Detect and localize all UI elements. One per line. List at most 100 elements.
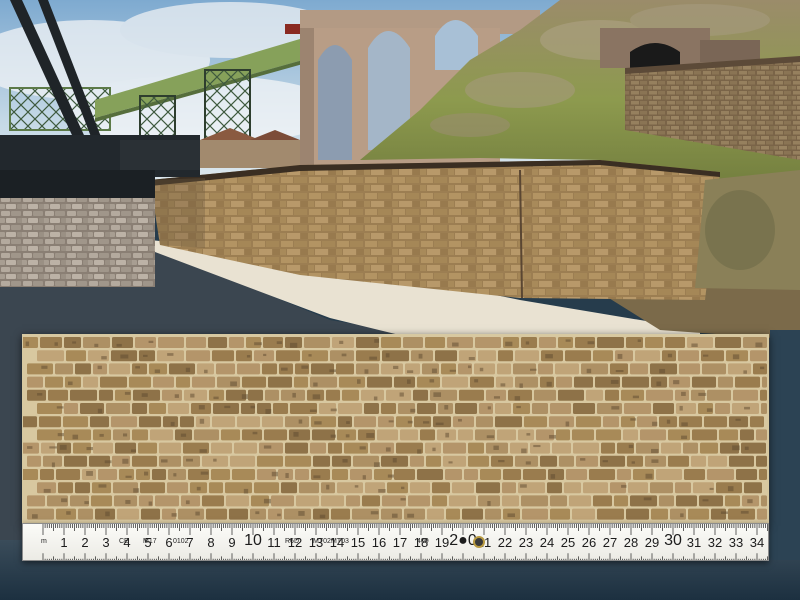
stone-block [756, 429, 767, 441]
stone-block [728, 508, 755, 520]
stone-block [534, 389, 556, 401]
stone-block [515, 455, 538, 467]
stone-block [624, 403, 651, 414]
stone-block [573, 442, 599, 454]
stone-shadow [185, 500, 190, 505]
stone-block [381, 363, 403, 375]
stone-block [683, 442, 698, 454]
stone-block [565, 350, 591, 362]
stone-block [480, 469, 501, 480]
stone-block [152, 469, 166, 480]
stone-shadow [407, 513, 415, 518]
stone-shadow [263, 498, 272, 504]
stone-shadow [66, 511, 71, 515]
stone-block [58, 482, 73, 494]
stone-block [132, 455, 157, 467]
stone-block [212, 416, 235, 428]
stone-shadow [97, 408, 103, 414]
stone-block [518, 429, 534, 441]
stone-shadow [691, 343, 698, 347]
stone-block [626, 508, 649, 520]
stone-block [540, 455, 557, 467]
stone-block [221, 429, 240, 441]
stone-shadow [565, 339, 571, 342]
stone-block [39, 416, 61, 428]
stone-block [559, 455, 574, 467]
stone-shadow [200, 471, 209, 475]
stone-shadow [743, 370, 747, 374]
stone-block [420, 429, 435, 441]
stone-shadow [378, 488, 386, 493]
stone-shadow [702, 499, 709, 502]
stone-shadow [122, 458, 129, 464]
stone-block [761, 495, 767, 507]
stone-block [176, 376, 190, 388]
stone-shadow [143, 354, 148, 357]
stone-block [192, 376, 215, 388]
stone-shadow [186, 458, 193, 462]
stone-shadow [101, 356, 107, 360]
stone-block [181, 495, 200, 507]
stone-shadow [611, 406, 620, 410]
stone-shadow [387, 474, 395, 478]
stone-block [550, 495, 567, 507]
stone-block [719, 429, 738, 441]
stone-block [386, 389, 411, 401]
stone-shadow [72, 341, 77, 344]
stone-block [573, 403, 595, 414]
stone-block [443, 455, 466, 467]
stone-block [464, 469, 478, 480]
stone-block [276, 350, 300, 362]
stone-block [417, 376, 440, 388]
stone-block [27, 455, 41, 467]
stone-block [119, 469, 134, 480]
stone-shadow [747, 499, 753, 504]
stone-shadow [448, 461, 453, 464]
stone-block [756, 455, 767, 467]
stone-block [400, 429, 418, 441]
stone-block [95, 508, 115, 520]
stone-block [321, 495, 344, 507]
ruler-mark-code: 0102 [173, 538, 189, 545]
stone-block [576, 455, 598, 467]
ruler-mark-ce: CE [119, 538, 129, 545]
stone-wall-panel [22, 334, 769, 524]
stone-block [530, 442, 550, 454]
stone-shadow [617, 353, 623, 359]
stone-shadow [652, 421, 658, 426]
stone-block [669, 376, 690, 388]
stone-block [549, 416, 574, 428]
stone-block [364, 403, 379, 414]
stone-shadow [277, 513, 281, 517]
stone-block [186, 337, 206, 348]
stone-block [515, 350, 539, 362]
stone-shadow [190, 393, 195, 398]
stone-block [264, 429, 287, 441]
stone-shadow [116, 343, 122, 347]
stone-block [63, 416, 88, 428]
stone-block [538, 363, 553, 375]
stone-block [408, 495, 430, 507]
stone-block [635, 350, 660, 362]
stone-block [98, 469, 117, 480]
stone-block [740, 429, 754, 441]
stone-shadow [709, 487, 714, 490]
stone-block [167, 482, 188, 494]
stone-block [665, 337, 685, 348]
stone-block [394, 469, 415, 480]
stone-shadow [493, 396, 500, 399]
stone-block [502, 482, 516, 494]
stone-block [715, 403, 730, 414]
stone-block [350, 469, 372, 480]
stone-block [445, 469, 462, 480]
stone-shadow [319, 514, 326, 519]
stone-block [668, 455, 689, 467]
stone-shadow [148, 501, 153, 506]
stone-shadow [385, 353, 390, 358]
stone-shadow [373, 462, 381, 468]
stone-shadow [366, 433, 375, 438]
stone-shadow [354, 485, 359, 488]
stone-block [64, 455, 87, 467]
stone-block [750, 416, 764, 428]
stone-block [470, 376, 494, 388]
